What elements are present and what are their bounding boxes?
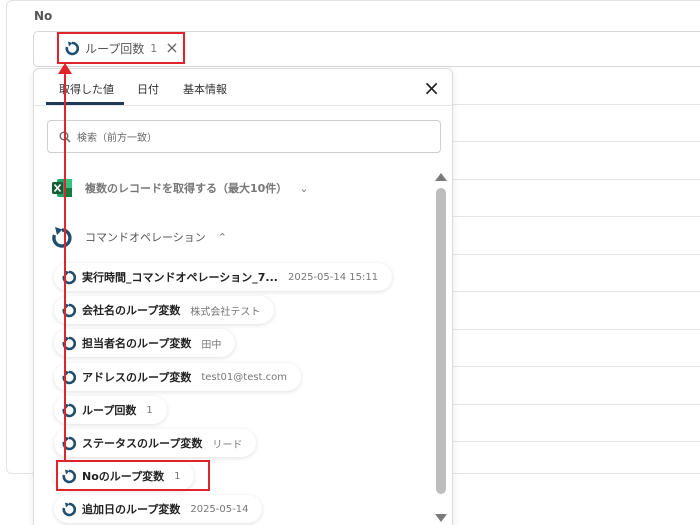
selected-value-chip[interactable]: ループ回数 1 × (57, 32, 185, 64)
annotation-highlight-box (56, 460, 210, 491)
background-row-divider (452, 141, 700, 142)
item-name: ステータスのループ変数 (82, 437, 203, 450)
background-row-divider (452, 291, 700, 292)
background-row-divider (452, 404, 700, 405)
item-value: 2025-05-14 15:11 (287, 271, 379, 283)
item-name: ループ回数 (82, 404, 137, 417)
chip-label: ループ回数 (85, 41, 145, 56)
annotation-arrow-head (58, 63, 72, 74)
list-item[interactable]: 担当者名のループ変数 田中 (54, 329, 236, 357)
item-value: test01@test.com (201, 371, 288, 383)
item-name: 担当者名のループ変数 (82, 337, 192, 350)
item-value: 田中 (201, 339, 222, 351)
scroll-up-arrow[interactable] (435, 173, 447, 181)
section-command-operation[interactable]: コマンドオペレーション ⌃ (51, 225, 227, 249)
item-name: 実行時間_コマンドオペレーション_7... (82, 271, 278, 284)
item-value: 1 (146, 404, 153, 416)
loop-icon (52, 227, 72, 248)
item-value: リード (212, 439, 243, 451)
section-title: コマンドオペレーション (85, 231, 206, 244)
list-item[interactable]: アドレスのループ変数 test01@test.com (54, 363, 302, 391)
chevron-down-icon: ⌄ (299, 181, 309, 195)
annotation-arrow-line (64, 72, 66, 462)
chip-remove-icon[interactable]: × (165, 40, 178, 56)
background-row-divider (452, 366, 700, 367)
item-value: 2025-05-14 (190, 503, 249, 515)
field-label: No (34, 9, 53, 23)
list-item[interactable]: 実行時間_コマンドオペレーション_7... 2025-05-14 15:11 (54, 263, 393, 291)
scroll-down-arrow[interactable] (435, 514, 447, 522)
loop-icon (65, 41, 79, 56)
background-row-divider (452, 329, 700, 330)
picker-tabs: 取得した値 日付 基本情報 × (34, 69, 452, 106)
chip-value: 1 (150, 41, 158, 55)
scrollbar-thumb[interactable] (436, 188, 446, 494)
item-value: 株式会社テスト (190, 306, 261, 318)
search-input[interactable]: 検索（前方一致） (47, 120, 441, 153)
background-row-divider (452, 441, 700, 442)
list-item[interactable]: 追加日のループ変数 2025-05-14 (54, 495, 263, 523)
list-item[interactable]: ループ回数 1 (54, 396, 167, 424)
background-row-divider (452, 254, 700, 255)
background-row-divider (452, 216, 700, 217)
loop-icon (62, 502, 76, 517)
list-item[interactable]: ステータスのループ変数 リード (54, 429, 257, 457)
close-icon[interactable]: × (423, 78, 440, 98)
section-get-multiple-records[interactable]: 複数のレコードを取得する（最大10件） ⌄ (51, 178, 309, 198)
background-row-divider (452, 104, 700, 105)
item-name: 追加日のループ変数 (82, 503, 181, 516)
tab-acquired-values[interactable]: 取得した値 (59, 81, 114, 97)
background-row-divider (452, 179, 700, 180)
item-name: アドレスのループ変数 (82, 371, 192, 384)
excel-icon (52, 179, 72, 197)
chevron-up-icon: ⌃ (217, 230, 227, 244)
list-item[interactable]: 会社名のループ変数 株式会社テスト (54, 296, 275, 324)
tab-basic-info[interactable]: 基本情報 (183, 81, 227, 97)
section-title: 複数のレコードを取得する（最大10件） (85, 182, 288, 195)
tab-date[interactable]: 日付 (137, 81, 159, 97)
search-placeholder: 検索（前方一致） (77, 133, 157, 144)
active-tab-indicator (46, 102, 124, 105)
item-name: 会社名のループ変数 (82, 304, 181, 317)
